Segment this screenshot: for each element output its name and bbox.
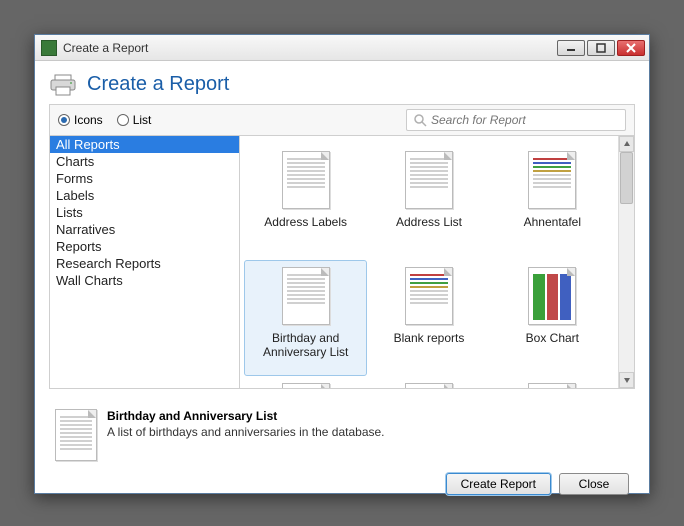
window-controls <box>557 40 645 56</box>
report-item[interactable] <box>367 376 490 388</box>
report-thumbnail <box>282 151 330 209</box>
scrollbar[interactable] <box>618 136 634 388</box>
report-label: Blank reports <box>394 331 465 345</box>
report-grid-wrap: Address Labels Address List Ahnentafel Birt… <box>240 136 634 388</box>
report-label: Address List <box>396 215 462 229</box>
sidebar-item[interactable]: Research Reports <box>50 255 239 272</box>
view-icons-radio[interactable]: Icons <box>58 113 103 127</box>
report-thumbnail <box>282 267 330 325</box>
search-box[interactable] <box>406 109 626 131</box>
report-label: Ahnentafel <box>524 215 581 229</box>
category-sidebar[interactable]: All ReportsChartsFormsLabelsListsNarrati… <box>50 136 240 388</box>
window-title: Create a Report <box>63 41 551 55</box>
page-title: Create a Report <box>87 73 229 96</box>
minimize-button[interactable] <box>557 40 585 56</box>
sidebar-item[interactable]: Reports <box>50 238 239 255</box>
view-icons-label: Icons <box>74 113 103 127</box>
printer-icon <box>49 74 77 96</box>
report-grid[interactable]: Address Labels Address List Ahnentafel Birt… <box>240 136 618 388</box>
scroll-down-button[interactable] <box>619 372 634 388</box>
report-item[interactable]: Box Chart <box>491 260 614 376</box>
report-thumbnail <box>282 383 330 388</box>
toolbar: Icons List <box>49 104 635 135</box>
search-icon <box>413 113 427 127</box>
report-item[interactable]: Address List <box>367 144 490 260</box>
report-label: Birthday and Anniversary List <box>256 331 356 360</box>
report-item[interactable] <box>244 376 367 388</box>
sidebar-item[interactable]: Labels <box>50 187 239 204</box>
report-label: Address Labels <box>264 215 347 229</box>
sidebar-item[interactable]: Narratives <box>50 221 239 238</box>
view-list-radio[interactable]: List <box>117 113 152 127</box>
report-item[interactable] <box>491 376 614 388</box>
app-icon <box>41 40 57 56</box>
sidebar-item[interactable]: Lists <box>50 204 239 221</box>
details-text: Birthday and Anniversary List A list of … <box>107 409 629 467</box>
report-item[interactable]: Ahnentafel <box>491 144 614 260</box>
details-thumbnail <box>55 409 97 461</box>
scroll-track[interactable] <box>619 152 634 372</box>
details-description: A list of birthdays and anniversaries in… <box>107 425 629 439</box>
scroll-thumb[interactable] <box>620 152 633 204</box>
sidebar-item[interactable]: Forms <box>50 170 239 187</box>
dialog-window: Create a Report Create a Report Icons <box>34 34 650 494</box>
create-report-button[interactable]: Create Report <box>446 473 551 495</box>
scroll-up-button[interactable] <box>619 136 634 152</box>
details-title: Birthday and Anniversary List <box>107 409 629 423</box>
header: Create a Report <box>49 73 635 96</box>
report-item[interactable]: Address Labels <box>244 144 367 260</box>
sidebar-item[interactable]: Wall Charts <box>50 272 239 289</box>
maximize-button[interactable] <box>587 40 615 56</box>
close-window-button[interactable] <box>617 40 645 56</box>
report-thumbnail <box>405 383 453 388</box>
report-thumbnail <box>528 267 576 325</box>
radio-dot-icon <box>117 114 129 126</box>
button-row: Create Report Close <box>49 473 635 495</box>
radio-dot-icon <box>58 114 70 126</box>
view-list-label: List <box>133 113 152 127</box>
report-thumbnail <box>528 151 576 209</box>
report-label: Box Chart <box>526 331 579 345</box>
search-input[interactable] <box>431 113 619 127</box>
report-thumbnail <box>405 151 453 209</box>
report-item[interactable]: Birthday and Anniversary List <box>244 260 367 376</box>
close-button[interactable]: Close <box>559 473 629 495</box>
report-item[interactable]: Blank reports <box>367 260 490 376</box>
sidebar-item[interactable]: All Reports <box>50 136 239 153</box>
details-panel: Birthday and Anniversary List A list of … <box>49 397 635 467</box>
dialog-content: Create a Report Icons List All ReportsCh… <box>35 61 649 493</box>
sidebar-item[interactable]: Charts <box>50 153 239 170</box>
body: All ReportsChartsFormsLabelsListsNarrati… <box>49 135 635 389</box>
report-thumbnail <box>405 267 453 325</box>
titlebar[interactable]: Create a Report <box>35 35 649 61</box>
report-thumbnail <box>528 383 576 388</box>
